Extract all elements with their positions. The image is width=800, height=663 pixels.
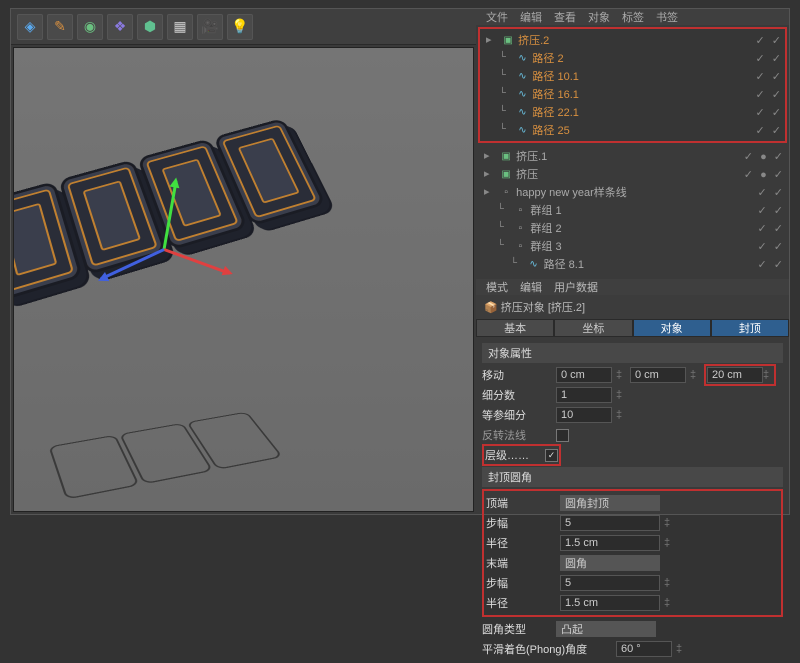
hierarchy-row[interactable]: ▸ ▣挤压.2✓ ✓	[482, 31, 783, 49]
flip-checkbox[interactable]	[556, 429, 569, 442]
phong-field[interactable]: 60 °	[616, 641, 672, 657]
section-object-props: 对象属性	[482, 343, 783, 363]
cap-end-dropdown[interactable]: 圆角	[560, 555, 660, 571]
hierarchy-row[interactable]: └ ▫群组 3✓ ✓	[480, 237, 785, 255]
menu-file[interactable]: 文件	[486, 9, 508, 25]
step1-field[interactable]: 5	[560, 515, 660, 531]
menu-tag[interactable]: 标签	[622, 9, 644, 25]
hierarchy-label: 层级……	[485, 447, 545, 463]
properties-panel: 对象属性 移动 0 cm‡ 0 cm‡ 20 cm‡ 细分数 1‡ 等参细分 1…	[476, 337, 789, 663]
pen-tool-icon[interactable]: ✎	[47, 14, 73, 40]
subdiv-label: 细分数	[482, 387, 552, 403]
environment-icon[interactable]: ▦	[167, 14, 193, 40]
hierarchy-row[interactable]: └ ∿路径 25✓ ✓	[482, 121, 783, 139]
fillet-type-label: 圆角类型	[482, 621, 552, 637]
section-cap-rounding: 封顶圆角	[482, 467, 783, 487]
move-z-field[interactable]: 20 cm	[707, 367, 763, 383]
move-label: 移动	[482, 367, 552, 383]
radius1-field[interactable]: 1.5 cm	[560, 535, 660, 551]
radius2-label: 半径	[486, 595, 556, 611]
move-y-field[interactable]: 0 cm	[630, 367, 686, 383]
attribute-tabs: 基本 坐标 对象 封顶	[476, 319, 789, 337]
iso-field[interactable]: 10	[556, 407, 612, 423]
object-manager-menubar: 文件 编辑 查看 对象 标签 书签	[476, 9, 789, 25]
tab-object[interactable]: 对象	[633, 319, 711, 337]
axis-x-icon[interactable]	[163, 248, 230, 275]
cap-start-label: 顶端	[486, 495, 556, 511]
attribute-menubar: 模式 编辑 用户数据	[476, 279, 789, 295]
hierarchy-row[interactable]: └ ∿路径 2✓ ✓	[482, 49, 783, 67]
generator-icon[interactable]: ❖	[107, 14, 133, 40]
nurbs-icon[interactable]: ◉	[77, 14, 103, 40]
menu-object[interactable]: 对象	[588, 9, 610, 25]
hierarchy-row[interactable]: ▸ ▫happy new year样条线✓ ✓	[480, 183, 785, 201]
cube-primitive-icon[interactable]: ◈	[17, 14, 43, 40]
hierarchy-row[interactable]: └ ∿路径 10.1✓ ✓	[482, 67, 783, 85]
fillet-type-dropdown[interactable]: 凸起	[556, 621, 656, 637]
menu-userdata[interactable]: 用户数据	[554, 279, 598, 295]
hierarchy-row[interactable]: └ ∿路径 22.1✓ ✓	[482, 103, 783, 121]
move-x-field[interactable]: 0 cm	[556, 367, 612, 383]
radius1-label: 半径	[486, 535, 556, 551]
hierarchy-row[interactable]: └ ▫群组 1✓ ✓	[480, 201, 785, 219]
hierarchy-checkbox[interactable]: ✓	[545, 449, 558, 462]
step2-label: 步幅	[486, 575, 556, 591]
step1-label: 步幅	[486, 515, 556, 531]
extrude-icon: 📦	[484, 302, 498, 314]
hierarchy-row[interactable]: ▸ ▣挤压.1✓ ● ✓	[480, 147, 785, 165]
subdiv-field[interactable]: 1	[556, 387, 612, 403]
tab-cap[interactable]: 封顶	[711, 319, 789, 337]
radius2-field[interactable]: 1.5 cm	[560, 595, 660, 611]
tab-basic[interactable]: 基本	[476, 319, 554, 337]
cap-start-dropdown[interactable]: 圆角封顶	[560, 495, 660, 511]
iso-label: 等参细分	[482, 407, 552, 423]
menu-edit[interactable]: 编辑	[520, 9, 542, 25]
hierarchy-row[interactable]: └ ∿路径 16.1✓ ✓	[482, 85, 783, 103]
tab-coord[interactable]: 坐标	[554, 319, 632, 337]
attribute-title: 📦 挤压对象 [挤压.2]	[476, 295, 789, 319]
hierarchy-row[interactable]: ▸ ▣挤压✓ ● ✓	[480, 165, 785, 183]
menu-view[interactable]: 查看	[554, 9, 576, 25]
perspective-viewport[interactable]	[13, 47, 474, 512]
hierarchy-row[interactable]: └ ∿路径 8.1✓ ✓	[480, 255, 785, 273]
phong-label: 平滑着色(Phong)角度	[482, 641, 612, 657]
menu-edit2[interactable]: 编辑	[520, 279, 542, 295]
hierarchy-rest: ▸ ▣挤压.1✓ ● ✓▸ ▣挤压✓ ● ✓▸ ▫happy new year样…	[476, 145, 789, 275]
primitive-toolbar: ◈ ✎ ◉ ❖ ⬢ ▦ 🎥 💡	[11, 9, 476, 45]
hierarchy-row[interactable]: └ ▫群组 2✓ ✓	[480, 219, 785, 237]
camera-icon[interactable]: 🎥	[197, 14, 223, 40]
spline-wireframe	[46, 410, 287, 503]
light-icon[interactable]: 💡	[227, 14, 253, 40]
hierarchy-highlighted-group: ▸ ▣挤压.2✓ ✓ └ ∿路径 2✓ ✓ └ ∿路径 10.1✓ ✓ └ ∿路…	[478, 27, 787, 143]
deformer-icon[interactable]: ⬢	[137, 14, 163, 40]
step2-field[interactable]: 5	[560, 575, 660, 591]
menu-bookmark[interactable]: 书签	[656, 9, 678, 25]
menu-mode[interactable]: 模式	[486, 279, 508, 295]
flip-label: 反转法线	[482, 427, 552, 443]
attribute-object-name: 挤压对象 [挤压.2]	[501, 302, 585, 314]
cap-end-label: 末端	[486, 555, 556, 571]
